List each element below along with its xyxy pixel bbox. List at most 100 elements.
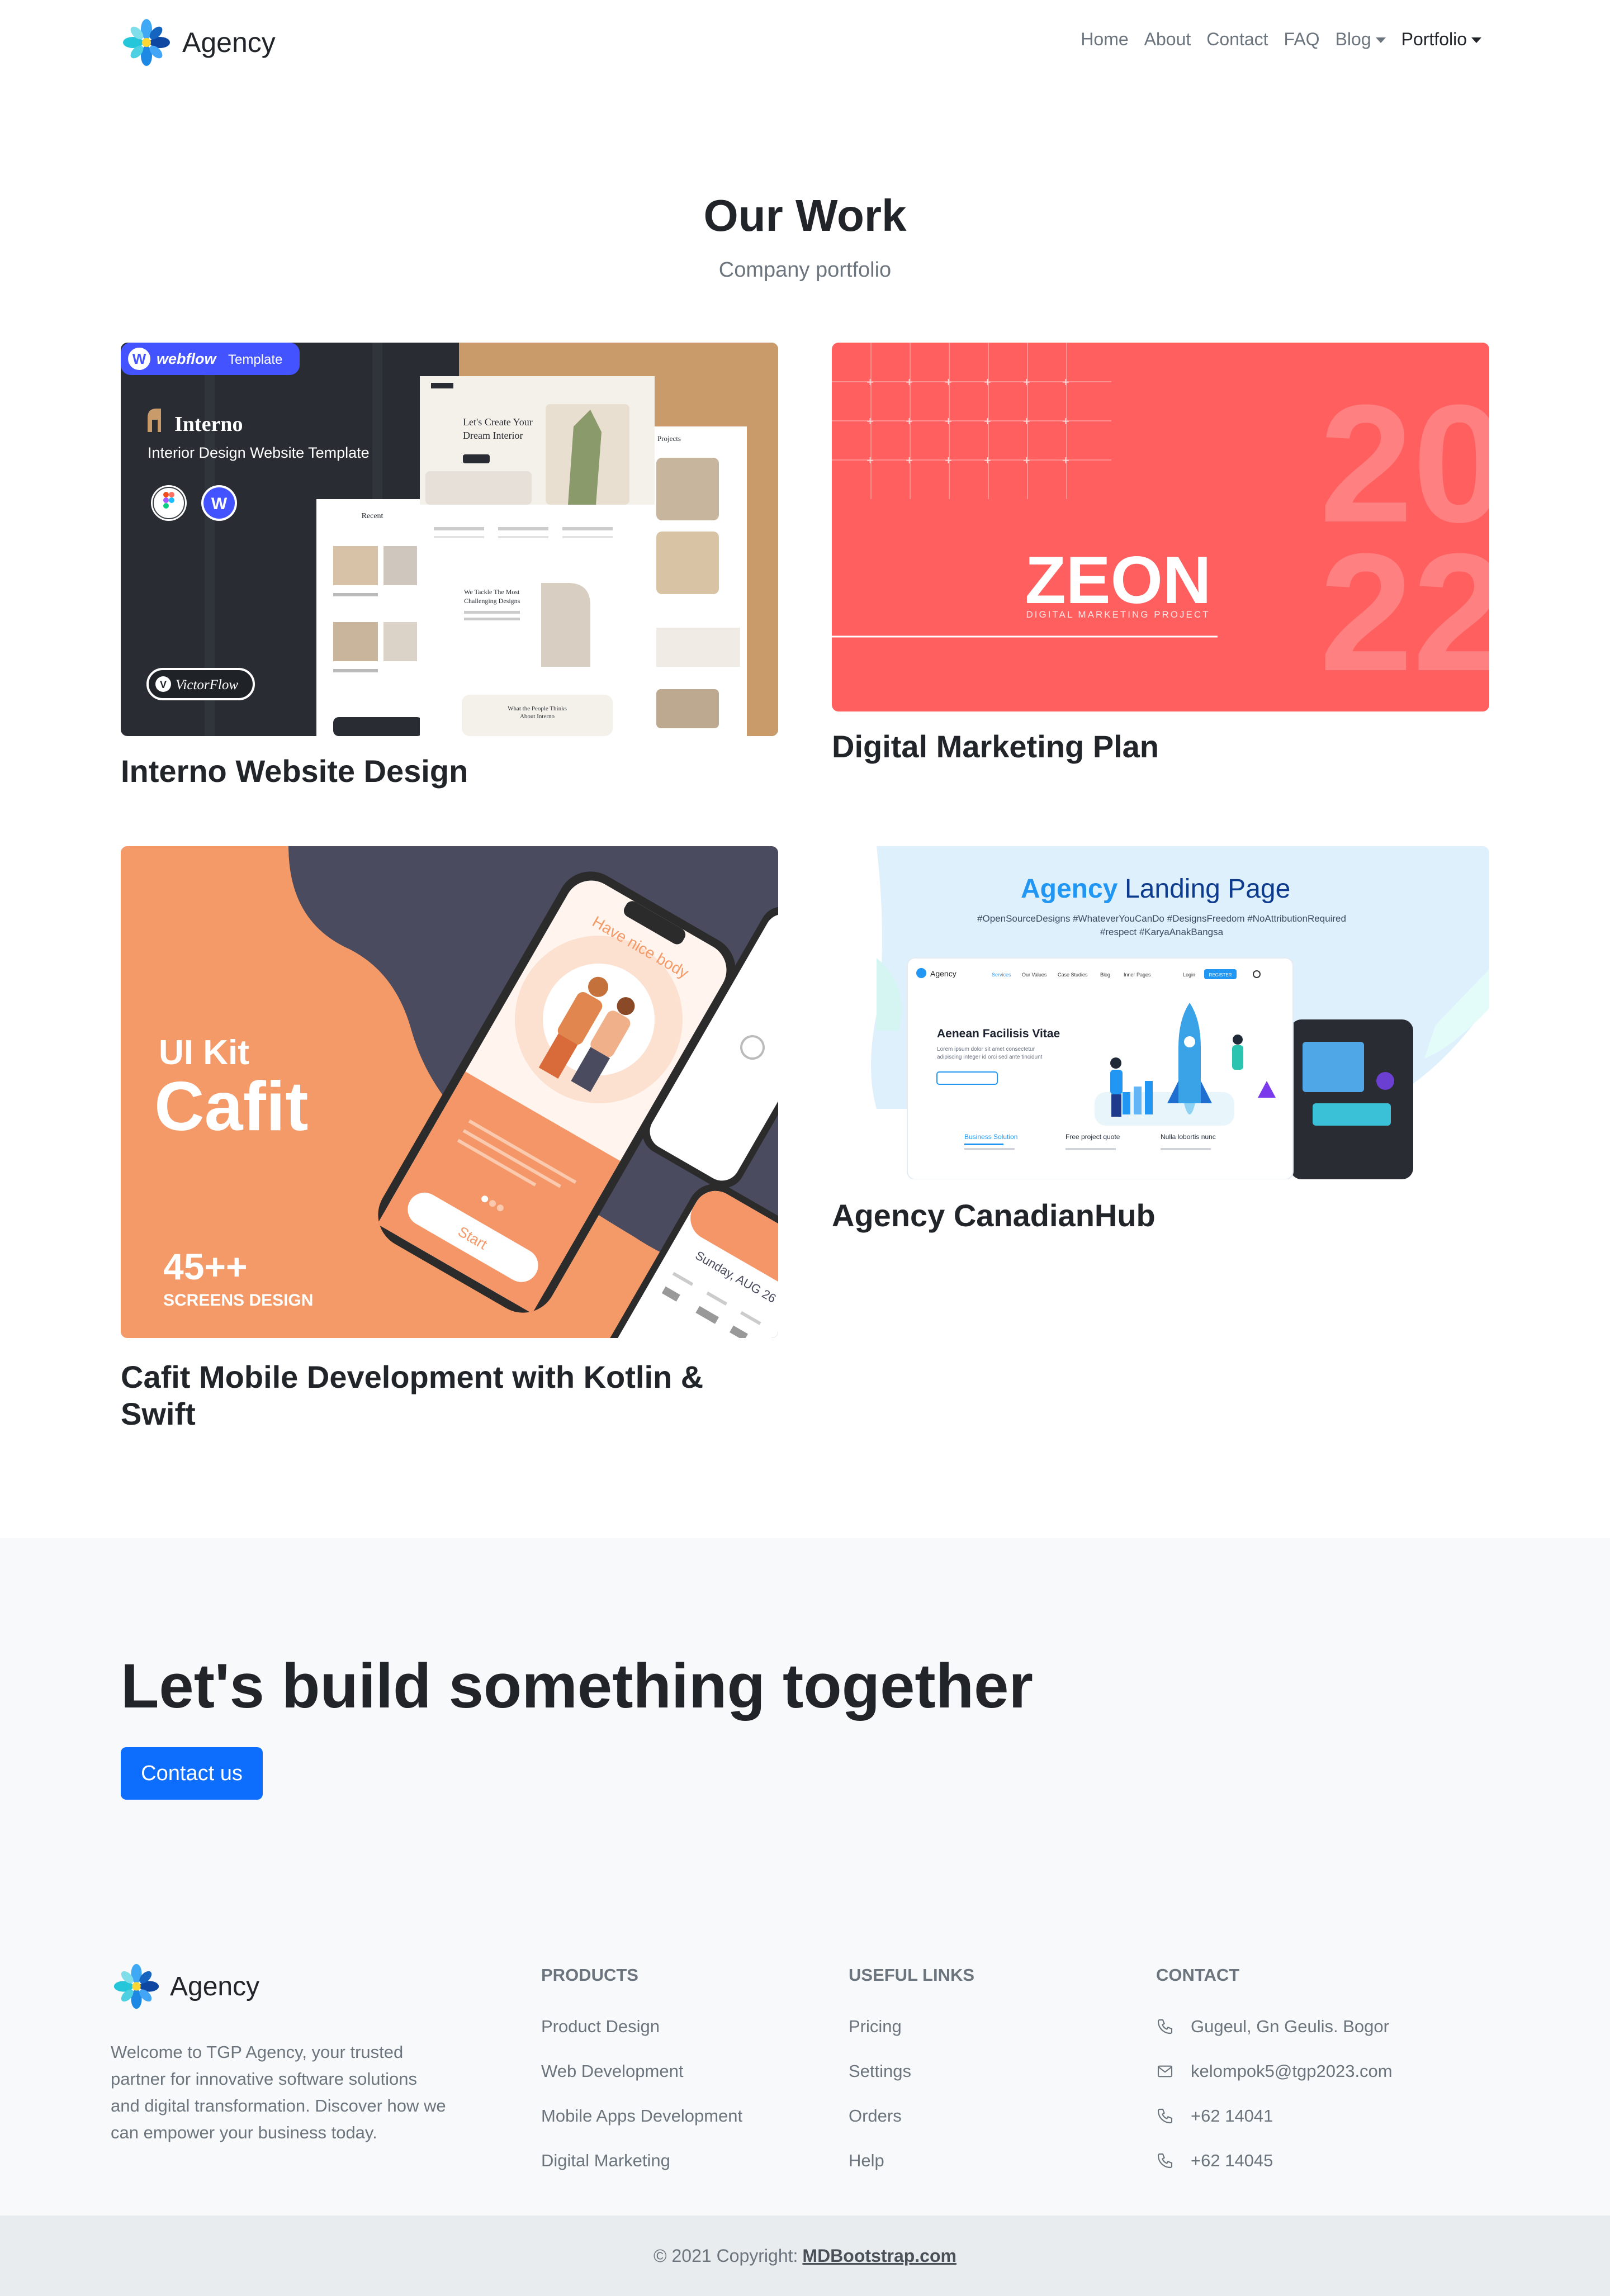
footer-link-mobile-apps[interactable]: Mobile Apps Development — [541, 2103, 742, 2147]
footer-useful-links: USEFUL LINKS Pricing Settings Orders Hel… — [849, 1962, 974, 2192]
portfolio-card-canadianhub[interactable]: Agency Landing Page #OpenSourceDesigns #… — [832, 846, 1489, 1249]
svg-text:+: + — [945, 453, 952, 467]
hub-mock-col-1: Business Solution — [964, 1133, 1017, 1141]
hub-heading-accent: Agency — [1021, 874, 1118, 904]
svg-text:W: W — [132, 350, 146, 367]
mock-hero-heading-2: Dream Interior — [463, 430, 523, 441]
svg-text:+: + — [906, 453, 913, 467]
card-title[interactable]: Cafit Mobile Development with Kotlin & S… — [121, 1359, 778, 1432]
navbar: Agency Home About Contact FAQ Blog Portf… — [0, 0, 1610, 89]
footer-about-text: Welcome to TGP Agency, your trusted part… — [111, 2042, 446, 2142]
footer-link-help[interactable]: Help — [849, 2147, 974, 2192]
webflow-badge-word: webflow — [157, 350, 217, 367]
portfolio-card-cafit[interactable]: UI Kit Cafit 45++ SCREENS DESIGN Have ni… — [121, 846, 778, 1439]
contact-us-button[interactable]: Contact us — [121, 1747, 263, 1800]
portfolio-thumbnail[interactable]: + + + + + + + + + + + + + + + + + + 20 22 ZEON DIGITAL … — [832, 343, 1489, 711]
phone-icon — [1156, 2013, 1176, 2040]
nav-contact-label: Contact — [1206, 29, 1268, 49]
hub-mock-nav-0: Services — [992, 972, 1011, 978]
contact-phone-1[interactable]: +62 14041 — [1156, 2103, 1393, 2147]
envelope-icon — [1156, 2058, 1176, 2085]
hub-mock-headline: Aenean Facilisis Vitae — [937, 1027, 1060, 1040]
footer-brand-name: Agency — [170, 1971, 260, 2001]
cafit-name: Cafit — [154, 1068, 309, 1145]
nav-contact[interactable]: Contact — [1206, 29, 1268, 50]
nav-links: Home About Contact FAQ Blog Portfolio — [1065, 29, 1481, 50]
nav-about[interactable]: About — [1144, 29, 1191, 50]
svg-text:+: + — [1023, 453, 1030, 467]
card-title[interactable]: Interno Website Design — [121, 753, 778, 790]
mock-recent-label: Recent — [362, 512, 383, 520]
copyright-text: © 2021 Copyright: — [654, 2245, 798, 2266]
nav-home[interactable]: Home — [1081, 29, 1128, 50]
nav-faq[interactable]: FAQ — [1284, 29, 1320, 50]
footer-useful-links-title: USEFUL LINKS — [849, 1965, 975, 1985]
contact-phone-2-text: +62 14045 — [1191, 2151, 1273, 2170]
footer-link-pricing[interactable]: Pricing — [849, 2013, 974, 2058]
interno-brand: Interno — [174, 412, 243, 436]
section-title: Our Work — [703, 191, 907, 240]
section-subtitle: Company portfolio — [718, 258, 892, 282]
agency-logo-icon — [123, 19, 170, 66]
zeon-year-bottom: 22 — [1319, 518, 1489, 706]
svg-text:+: + — [984, 375, 991, 389]
portfolio-card-zeon[interactable]: + + + + + + + + + + + + + + + + + + 20 22 ZEON DIGITAL … — [832, 343, 1489, 779]
agency-logo-icon — [113, 1963, 159, 2009]
cta-heading: Let's build something together — [121, 1651, 1033, 1721]
svg-text:+: + — [945, 375, 952, 389]
contact-email[interactable]: kelompok5@tgp2023.com — [1156, 2058, 1393, 2103]
svg-text:V: V — [160, 679, 167, 690]
footer-products-title: PRODUCTS — [541, 1965, 638, 1985]
card-title[interactable]: Agency CanadianHub — [832, 1197, 1489, 1234]
footer-link-web-development[interactable]: Web Development — [541, 2058, 742, 2103]
caret-down-icon — [1375, 37, 1386, 43]
hub-mock-lorem: Lorem ipsum dolor sit amet consectetur — [937, 1046, 1035, 1052]
portfolio-card-interno[interactable]: W webflow Template Interno Interior Desi… — [121, 343, 778, 801]
footer-brand[interactable]: Agency — [112, 1962, 259, 2011]
card-title[interactable]: Digital Marketing Plan — [832, 728, 1489, 765]
hub-heading-rest: Landing Page — [1125, 874, 1290, 904]
brand-name: Agency — [182, 27, 276, 58]
svg-text:+: + — [866, 453, 874, 467]
card-title-line-1: Cafit Mobile Development with Kotlin & — [121, 1359, 704, 1394]
cafit-count: 45++ — [163, 1246, 248, 1287]
brand-link[interactable]: Agency — [121, 17, 276, 68]
hub-mock-register: REGISTER — [1209, 973, 1232, 978]
svg-text:+: + — [1062, 453, 1069, 467]
contact-address[interactable]: Gugeul, Gn Geulis. Bogor — [1156, 2013, 1393, 2058]
footer-contact-title: CONTACT — [1156, 1965, 1240, 1985]
svg-text:+: + — [906, 375, 913, 389]
nav-about-label: About — [1144, 29, 1191, 49]
nav-blog-dropdown[interactable]: Blog — [1336, 29, 1386, 50]
copyright-bar: © 2021 Copyright: MDBootstrap.com — [0, 2216, 1610, 2296]
interno-tagline: Interior Design Website Template — [148, 444, 370, 461]
footer-contact: CONTACT Gugeul, Gn Geulis. Bogor kelompo… — [1156, 1962, 1393, 2192]
footer-link-product-design[interactable]: Product Design — [541, 2013, 742, 2058]
footer-link-digital-marketing[interactable]: Digital Marketing — [541, 2147, 742, 2192]
portfolio-thumbnail[interactable]: Agency Landing Page #OpenSourceDesigns #… — [832, 846, 1489, 1179]
copyright-link[interactable]: MDBootstrap.com — [802, 2246, 956, 2266]
cafit-kit: UI Kit — [159, 1033, 249, 1072]
mock-hero-heading-1: Let's Create Your — [463, 416, 533, 428]
nav-blog-label: Blog — [1335, 29, 1371, 49]
hub-mock-nav-3: Blog — [1100, 972, 1110, 978]
mock-testimonials-1: What the People Thinks — [508, 705, 567, 712]
footer-link-orders[interactable]: Orders — [849, 2103, 974, 2147]
caret-down-icon — [1471, 37, 1481, 43]
svg-text:+: + — [866, 414, 874, 428]
mock-projects-label: Projects — [657, 434, 681, 443]
hub-mock-nav-1: Our Values — [1022, 972, 1047, 978]
zeon-tagline: DIGITAL MARKETING PROJECT — [1026, 609, 1210, 620]
svg-text:+: + — [906, 414, 913, 428]
zeon-brand: ZEON — [1025, 543, 1211, 618]
card-title-line-2: Swift — [121, 1396, 196, 1431]
svg-text:+: + — [1023, 414, 1030, 428]
hub-mock-col-2: Free project quote — [1066, 1133, 1120, 1141]
portfolio-thumbnail[interactable]: W webflow Template Interno Interior Desi… — [121, 343, 778, 736]
portfolio-thumbnail[interactable]: UI Kit Cafit 45++ SCREENS DESIGN Have ni… — [121, 846, 778, 1338]
nav-faq-label: FAQ — [1284, 29, 1320, 49]
contact-phone-2[interactable]: +62 14045 — [1156, 2147, 1393, 2192]
hub-mock-lorem-2: adipiscing integer id orci sed ante tinc… — [937, 1054, 1043, 1060]
nav-portfolio-dropdown[interactable]: Portfolio — [1401, 29, 1481, 50]
footer-link-settings[interactable]: Settings — [849, 2058, 974, 2103]
